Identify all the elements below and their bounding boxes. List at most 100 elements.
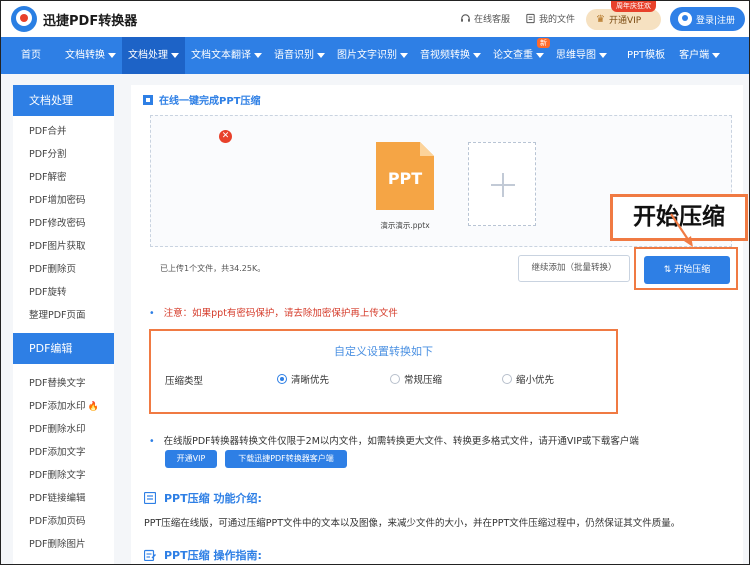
download-client-button[interactable]: 下载迅捷PDF转换器客户端 (225, 450, 347, 468)
main-nav: 首页 文档转换 文档处理 文档文本翻译 语音识别 图片文字识别 音视频转换 论文… (1, 37, 749, 74)
login-button[interactable]: 登录|注册 (670, 7, 745, 31)
nav-item-ppt-template[interactable]: PPT模板 (613, 37, 673, 74)
caret-down-icon (712, 52, 721, 58)
nav-item-ocr[interactable]: 图片文字识别 (331, 37, 414, 74)
nav-item-client[interactable]: 客户端 (673, 37, 726, 74)
sidebar-item-pdf-delete-pages[interactable]: PDF删除页 (13, 258, 114, 281)
sidebar-item-pdf-add-password[interactable]: PDF增加密码 (13, 189, 114, 212)
page: 迅捷PDF转换器 在线客服 我的文件 ♛ 开通VIP 周年庆狂欢 登录|注册 首… (0, 0, 750, 565)
customer-service-label: 在线客服 (474, 15, 511, 25)
start-compress-button[interactable]: ⇅ 开始压缩 (644, 256, 730, 284)
nav-label: 文档文本翻译 (191, 50, 251, 61)
nav-item-doc-process[interactable]: 文档处理 (122, 37, 185, 74)
customer-service-link[interactable]: 在线客服 (460, 12, 510, 25)
sidebar-item-pdf-decrypt[interactable]: PDF解密 (13, 166, 114, 189)
vip-promo-tag: 周年庆狂欢 (611, 1, 656, 12)
caret-down-icon (254, 52, 262, 58)
my-files-link[interactable]: 我的文件 (525, 12, 575, 25)
vip-label: 开通VIP (608, 16, 642, 26)
remove-file-button[interactable]: ✕ (219, 130, 232, 143)
caret-down-icon (317, 52, 325, 58)
nav-label: 客户端 (679, 50, 710, 61)
svg-text:PPT: PPT (388, 169, 422, 188)
headset-icon (461, 14, 470, 22)
sidebar-item-pdf-rotate[interactable]: PDF旋转 (13, 281, 114, 304)
radio-size-first[interactable]: 缩小优先 (502, 372, 554, 386)
sidebar-item-pdf-organize[interactable]: 整理PDF页面 (13, 304, 114, 327)
intro-heading: PPT压缩 功能介绍: (144, 490, 262, 506)
guide-heading: PPT压缩 操作指南: (144, 547, 262, 563)
caret-down-icon (400, 52, 408, 58)
sidebar-item-pdf-remove-watermark[interactable]: PDF删除水印 (13, 418, 114, 441)
upload-dropzone[interactable]: PPT ✕ 演示演示.pptx 开始压缩 (150, 115, 748, 247)
sidebar-item-pdf-merge[interactable]: PDF合并 (13, 120, 114, 143)
logo-icon (11, 6, 37, 32)
crown-icon: ♛ (596, 14, 605, 25)
nav-label: 论文查重 (493, 50, 533, 61)
nav-label: 文档处理 (128, 50, 168, 61)
nav-item-mindmap[interactable]: 思维导图 (550, 37, 613, 74)
square-bullet-icon (143, 94, 153, 105)
settings-title: 自定义设置转换如下 (334, 345, 433, 358)
sidebar-item-pdf-add-text[interactable]: PDF添加文字 (13, 441, 114, 464)
nav-item-doc-convert[interactable]: 文档转换 (59, 37, 122, 74)
file-name: 演示演示.pptx (380, 221, 430, 230)
bullet-dot: • (149, 436, 155, 447)
add-file-button[interactable] (468, 142, 536, 226)
caret-down-icon (536, 52, 544, 58)
caret-down-icon (599, 52, 607, 58)
caret-down-icon (108, 52, 116, 58)
nav-label: 文档转换 (65, 50, 105, 61)
sidebar-item-pdf-edit-links[interactable]: PDF链接编辑 (13, 487, 114, 510)
start-compress-label: 开始压缩 (674, 265, 711, 275)
sidebar-item-pdf-replace-text[interactable]: PDF替换文字 (13, 372, 114, 395)
limit-info-text: 在线版PDF转换器转换文件仅限于2M以内文件，如需转换更大文件、转换更多格式文件… (163, 436, 639, 447)
sidebar-item-pdf-add-page-numbers[interactable]: PDF添加页码 (13, 510, 114, 533)
settings-panel: 自定义设置转换如下 压缩类型 清晰优先 常规压缩 缩小优先 (149, 329, 618, 414)
radio-unchecked-icon (502, 374, 512, 384)
nav-label: 语音识别 (274, 50, 314, 61)
swap-icon: ⇅ (663, 265, 672, 275)
guide-heading-text: PPT压缩 操作指南: (164, 549, 262, 562)
sidebar-section-title: PDF编辑 (13, 333, 114, 364)
document-icon (144, 492, 156, 504)
open-vip-button[interactable]: 开通VIP (165, 450, 217, 468)
nav-label: PPT模板 (627, 50, 666, 61)
start-button-highlight: ⇅ 开始压缩 (634, 247, 738, 290)
nav-label: 思维导图 (556, 50, 596, 61)
vip-button[interactable]: ♛ 开通VIP (586, 9, 661, 30)
login-label: 登录|注册 (696, 15, 736, 26)
logo[interactable]: 迅捷PDF转换器 (11, 6, 137, 32)
intro-paragraph: PPT压缩在线版，可通过压缩PPT文件中的文本以及图像，来减少文件的大小，并在P… (144, 518, 681, 529)
sidebar-item-pdf-split[interactable]: PDF分割 (13, 143, 114, 166)
sidebar-item-pdf-delete-images[interactable]: PDF删除图片 (13, 533, 114, 556)
password-note-text: 注意：如果ppt有密码保护，请去除加密保护再上传文件 (163, 308, 398, 319)
sidebar-item-pdf-extract-images[interactable]: PDF图片获取 (13, 235, 114, 258)
nav-item-translate[interactable]: 文档文本翻译 (185, 37, 268, 74)
radio-normal-compress[interactable]: 常规压缩 (390, 372, 442, 386)
sidebar-item-pdf-add-watermark[interactable]: PDF添加水印 🔥 (13, 395, 114, 418)
continue-add-button[interactable]: 继续添加（批量转换） (518, 255, 630, 282)
caret-down-icon (171, 52, 179, 58)
plus-icon-stroke (502, 173, 504, 197)
limit-info: • 在线版PDF转换器转换文件仅限于2M以内文件，如需转换更大文件、转换更多格式… (149, 433, 639, 447)
ppt-file-icon: PPT (376, 142, 434, 210)
nav-item-media[interactable]: 音视频转换 (414, 37, 487, 74)
sidebar-section-title: 文档处理 (13, 85, 114, 116)
radio-label: 缩小优先 (516, 375, 555, 386)
annotation-callout: 开始压缩 (610, 194, 748, 241)
radio-checked-icon (277, 374, 287, 384)
intro-heading-text: PPT压缩 功能介绍: (164, 492, 262, 505)
radio-clarity-first[interactable]: 清晰优先 (277, 372, 329, 386)
nav-item-speech[interactable]: 语音识别 (268, 37, 331, 74)
user-icon (678, 12, 692, 26)
fire-icon: 🔥 (87, 402, 99, 412)
uploaded-file-card[interactable]: PPT (376, 140, 434, 210)
nav-item-home[interactable]: 首页 (1, 37, 59, 74)
nav-item-plagiarism[interactable]: 论文查重新 (487, 37, 550, 74)
sidebar-item-pdf-change-password[interactable]: PDF修改密码 (13, 212, 114, 235)
file-icon (526, 13, 535, 24)
nav-label: 音视频转换 (420, 50, 470, 61)
compress-type-label: 压缩类型 (165, 376, 204, 387)
sidebar-item-pdf-delete-text[interactable]: PDF删除文字 (13, 464, 114, 487)
